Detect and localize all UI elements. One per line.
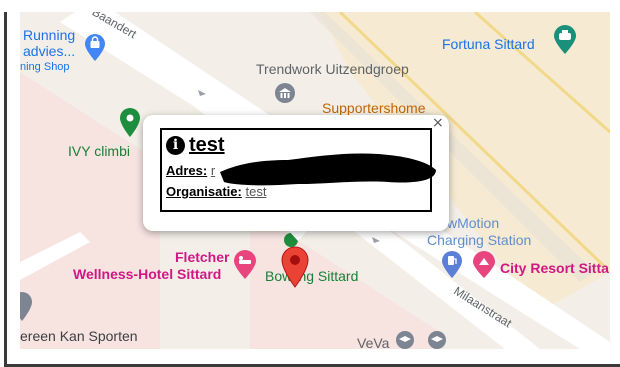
poi-ereen-kan-sporten[interactable]: ereen Kan Sporten <box>20 328 138 344</box>
poi-fletcher-line1[interactable]: Fletcher <box>175 249 229 265</box>
address-label: Adres: <box>166 163 208 178</box>
poi-supportershome[interactable]: Supportershome <box>322 100 426 116</box>
info-icon: i <box>166 135 185 155</box>
poi-trendwork[interactable]: Trendwork Uitzendgroep <box>256 61 409 77</box>
poi-city-resort[interactable]: City Resort Sitta <box>500 260 609 276</box>
school-icon[interactable] <box>395 330 415 349</box>
redaction-mark <box>220 153 436 186</box>
poi-charging-station[interactable]: Charging Station <box>427 232 531 248</box>
climbing-pin-icon[interactable] <box>119 108 141 138</box>
poi-fletcher-line2[interactable]: Wellness-Hotel Sittard <box>73 266 221 282</box>
frame-left-border <box>4 12 7 367</box>
poi-veva[interactable]: VeVa <box>357 335 389 349</box>
poi-ivy-climbing[interactable]: IVY climbi <box>68 143 130 159</box>
spa-icon[interactable] <box>233 250 257 280</box>
office-icon[interactable] <box>274 82 296 108</box>
close-icon[interactable]: × <box>432 115 444 131</box>
selected-location-marker-icon[interactable] <box>281 246 309 288</box>
ev-charging-icon[interactable] <box>441 251 463 279</box>
stadium-icon[interactable] <box>553 25 577 55</box>
poi-fortuna-sittard[interactable]: Fortuna Sittard <box>442 36 535 52</box>
poi-bowling-sittard[interactable]: Bowling Sittard <box>265 268 358 284</box>
shopping-bag-icon[interactable] <box>84 34 106 62</box>
sports-pin-icon[interactable] <box>20 292 36 322</box>
school-icon-2[interactable] <box>427 330 447 349</box>
poi-running-line2[interactable]: advies... <box>23 43 75 59</box>
poi-wmotion-line1[interactable]: wMotion <box>447 215 499 231</box>
poi-running-line3[interactable]: ning Shop <box>20 61 70 73</box>
poi-running-line1[interactable]: Running <box>23 27 75 43</box>
address-value: r <box>210 163 216 178</box>
map-frame: Baandert Milaanstraat Running advies... … <box>0 0 620 367</box>
hotel-pin-icon[interactable] <box>472 251 496 279</box>
